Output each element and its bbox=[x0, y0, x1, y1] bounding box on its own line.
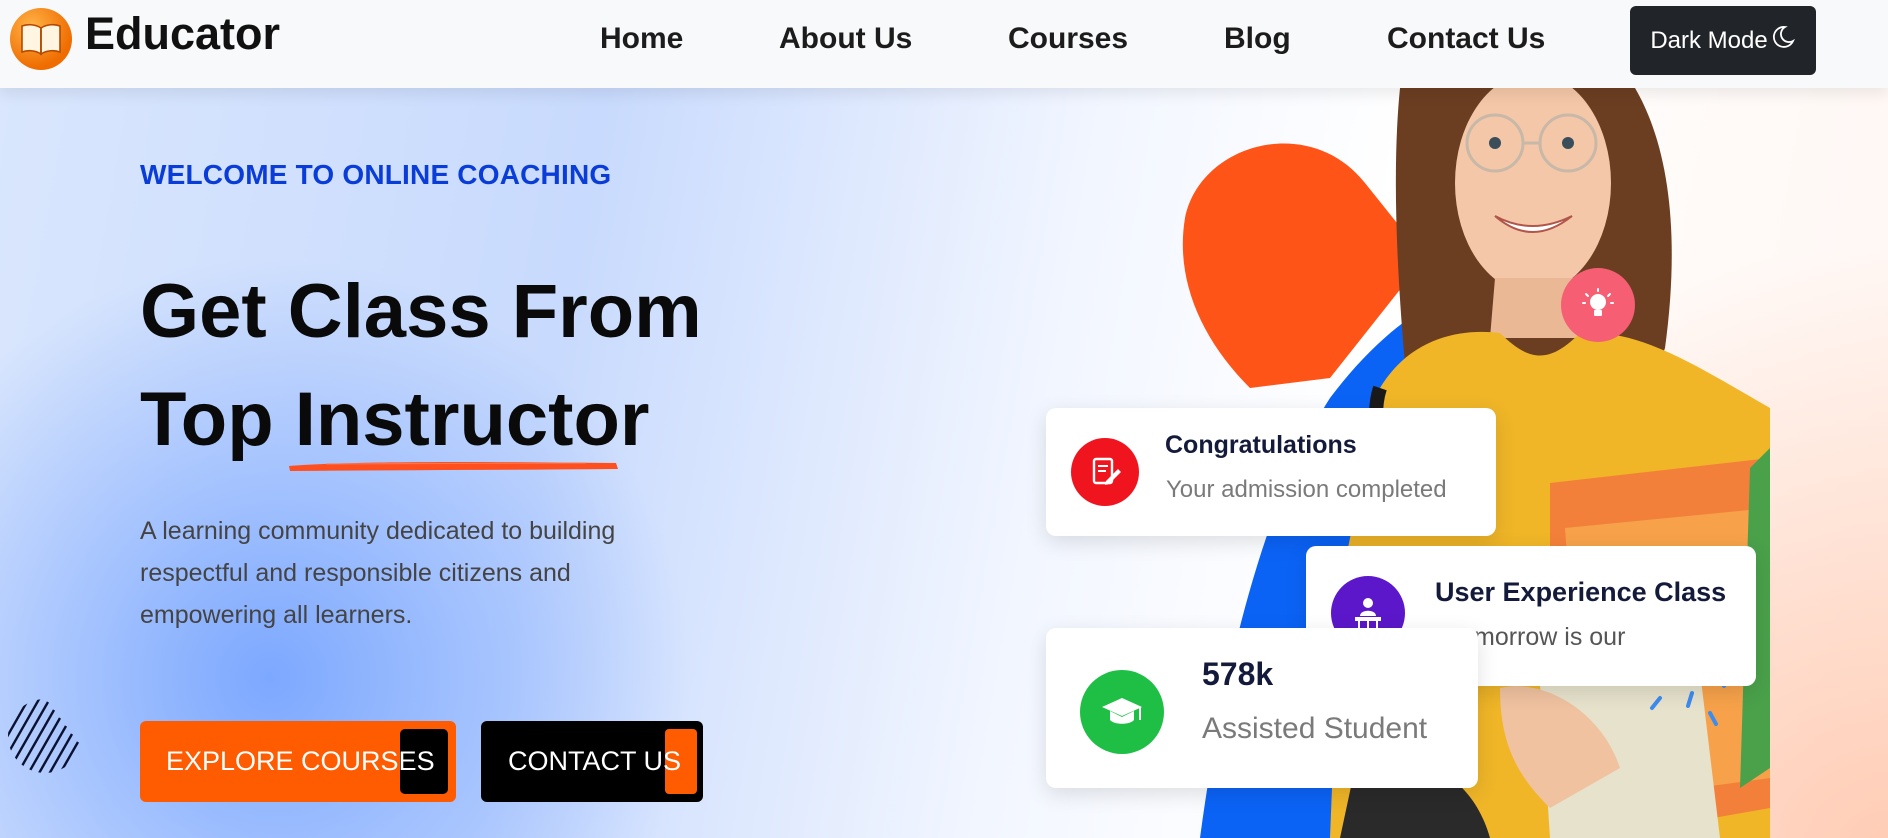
open-book-icon bbox=[10, 8, 72, 70]
congrats-title: Congratulations bbox=[1165, 431, 1357, 459]
congratulations-card: Congratulations Your admission completed bbox=[1046, 408, 1496, 536]
congrats-subtitle: Your admission completed bbox=[1166, 476, 1447, 503]
moon-icon bbox=[1770, 24, 1796, 57]
headline-underline-brush bbox=[289, 462, 618, 471]
logo-text: Educator bbox=[85, 8, 281, 59]
hero-description: A learning community dedicated to buildi… bbox=[140, 517, 616, 629]
navbar: Educator Home About Us Courses Blog Cont… bbox=[0, 0, 1888, 88]
lightbulb-icon bbox=[1561, 268, 1635, 342]
ux-class-subtitle: morrow is our bbox=[1474, 623, 1626, 651]
students-count: 578k bbox=[1202, 656, 1274, 692]
hero-headline-line2: Top Instructor bbox=[140, 377, 650, 462]
ux-class-title: User Experience Class bbox=[1435, 577, 1727, 607]
nav-contact-us[interactable]: Contact Us bbox=[1387, 22, 1545, 56]
dark-mode-button[interactable]: Dark Mode bbox=[1630, 6, 1816, 75]
hero-headline-line1: Get Class From bbox=[140, 269, 702, 354]
nav-home[interactable]: Home bbox=[600, 22, 683, 56]
document-edit-icon bbox=[1071, 438, 1139, 506]
contact-us-label: CONTACT US bbox=[508, 746, 682, 776]
hero-section: WELCOME TO ONLINE COACHING Get Class Fro… bbox=[0, 88, 1888, 838]
dark-mode-label: Dark Mode bbox=[1650, 26, 1768, 54]
explore-courses-label: EXPLORE COURSES bbox=[166, 746, 435, 776]
explore-courses-button[interactable]: EXPLORE COURSES bbox=[140, 721, 456, 802]
striped-circle-decoration bbox=[8, 699, 82, 773]
nav-blog[interactable]: Blog bbox=[1224, 22, 1291, 56]
logo[interactable]: Educator bbox=[10, 8, 280, 70]
students-label: Assisted Student bbox=[1202, 712, 1428, 745]
students-card: 578k Assisted Student bbox=[1046, 628, 1478, 788]
contact-us-button[interactable]: CONTACT US bbox=[481, 721, 703, 802]
graduation-cap-icon bbox=[1080, 670, 1164, 754]
nav-about-us[interactable]: About Us bbox=[779, 22, 912, 56]
hero-eyebrow: WELCOME TO ONLINE COACHING bbox=[140, 159, 612, 190]
nav-courses[interactable]: Courses bbox=[1008, 22, 1128, 56]
